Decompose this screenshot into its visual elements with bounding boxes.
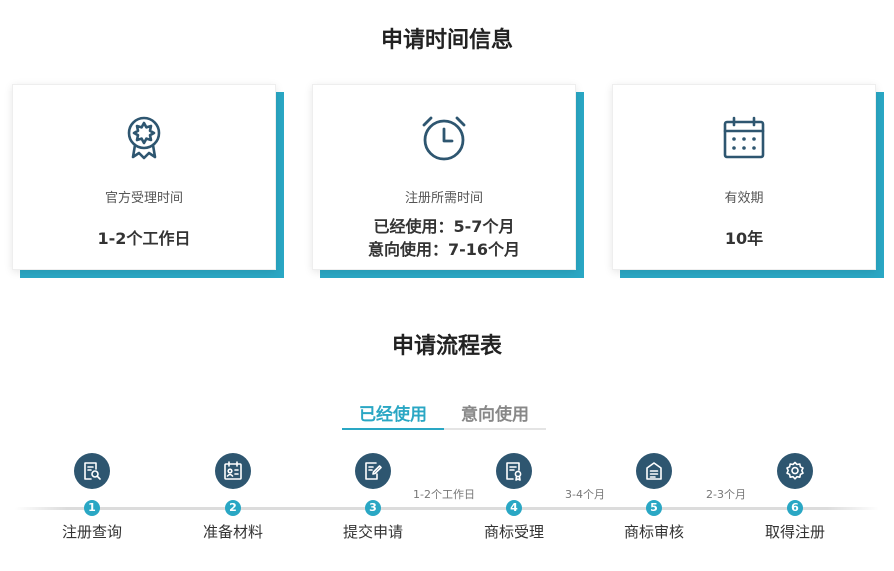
card-label: 有效期 [724, 191, 764, 206]
info-card-validity: 有效期 10年 [612, 84, 884, 278]
edit-document-icon [355, 453, 391, 489]
step-label: 商标审核 [623, 523, 684, 541]
review-icon [636, 453, 672, 489]
step-label: 商标受理 [483, 523, 544, 541]
card-label: 官方受理时间 [104, 191, 183, 206]
card-value-intent: 意向使用：7-16个月 [367, 240, 521, 259]
step-number: 4 [506, 500, 522, 516]
seal-icon [777, 453, 813, 489]
duration-label: 2-3个月 [706, 488, 746, 501]
step-label: 提交申请 [342, 523, 403, 541]
card-label: 注册所需时间 [404, 191, 483, 206]
step-number: 2 [225, 500, 241, 516]
duration-label: 1-2个工作日 [413, 488, 475, 501]
step-label: 准备材料 [202, 523, 263, 541]
tab-already-used[interactable]: 已经使用 [342, 400, 444, 430]
card-body: 有效期 10年 [612, 84, 876, 270]
id-card-icon [215, 453, 251, 489]
info-section-title: 申请时间信息 [380, 28, 513, 53]
card-value: 1-2个工作日 [97, 229, 191, 248]
calendar-icon [613, 113, 875, 163]
step-number: 5 [646, 500, 662, 516]
tab-intended-use[interactable]: 意向使用 [444, 400, 546, 430]
step-label: 取得注册 [764, 523, 825, 541]
step-label: 注册查询 [61, 523, 122, 541]
card-value: 10年 [724, 229, 764, 248]
duration-label: 3-4个月 [565, 488, 605, 501]
usage-tabs: 已经使用 意向使用 [342, 400, 546, 430]
step-number: 3 [365, 500, 381, 516]
alarm-clock-icon [313, 113, 575, 163]
card-body: 官方受理时间 1-2个工作日 [12, 84, 276, 270]
certificate-icon [496, 453, 532, 489]
process-section-title: 申请流程表 [391, 334, 502, 359]
timeline-line [15, 507, 879, 510]
search-document-icon [74, 453, 110, 489]
info-card-registration-time: 注册所需时间 已经使用：5-7个月 意向使用：7-16个月 [312, 84, 584, 278]
info-card-official-time: 官方受理时间 1-2个工作日 [12, 84, 284, 278]
award-badge-icon [13, 113, 275, 163]
step-number: 1 [84, 500, 100, 516]
step-number: 6 [787, 500, 803, 516]
card-body: 注册所需时间 已经使用：5-7个月 意向使用：7-16个月 [312, 84, 576, 270]
card-value-used: 已经使用：5-7个月 [373, 217, 515, 236]
